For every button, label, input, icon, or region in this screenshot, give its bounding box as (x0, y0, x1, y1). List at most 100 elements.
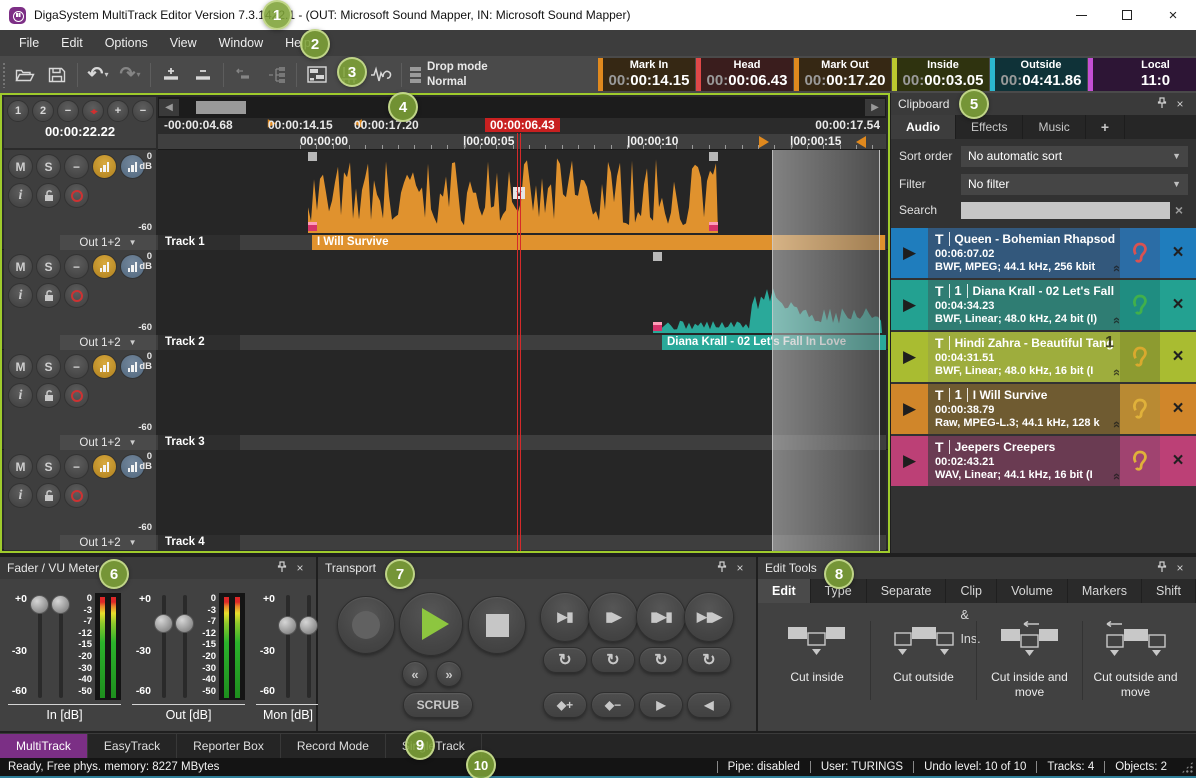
fader-knob[interactable] (278, 616, 297, 635)
zoom-in-button[interactable]: + (107, 100, 129, 122)
expand-chevron-icon[interactable]: » (1108, 473, 1120, 480)
menu-edit[interactable]: Edit (50, 30, 94, 56)
edit-tools-tab-volume[interactable]: Volume (997, 579, 1068, 603)
open-folder-button[interactable] (9, 61, 41, 89)
menu-options[interactable]: Options (94, 30, 159, 56)
resize-grip[interactable] (1181, 761, 1194, 774)
record-arm-button[interactable] (64, 483, 89, 508)
waveform-tool-button[interactable] (365, 61, 397, 89)
clipboard-item-1[interactable]: ▶TQueen - Bohemian Rhapsody_mp00:06:07.0… (891, 228, 1196, 278)
fader-slider[interactable] (51, 593, 70, 700)
record-arm-button[interactable] (64, 283, 89, 308)
clipboard-item-4[interactable]: ▶T1I Will Survive00:00:38.79Raw, MPEG-L.… (891, 384, 1196, 434)
edit-tools-tab-markers[interactable]: Markers (1068, 579, 1142, 603)
next-marker-button[interactable]: ▶ (639, 692, 683, 718)
hide-track-button[interactable]: − (64, 154, 89, 179)
close-panel-icon[interactable]: × (1171, 561, 1189, 575)
clip-corner-handle[interactable] (653, 252, 662, 261)
edit-tools-tab-separate[interactable]: Separate (867, 579, 947, 603)
track-info-button[interactable]: i (8, 183, 33, 208)
prelisten-button[interactable] (1120, 228, 1160, 278)
lock-track-button[interactable] (36, 483, 61, 508)
track-info-button[interactable]: i (8, 283, 33, 308)
fader-slider[interactable] (175, 593, 194, 700)
expand-chevron-icon[interactable]: » (1108, 265, 1120, 272)
nudge-back-button[interactable]: « (402, 661, 428, 687)
fader-knob[interactable] (30, 595, 49, 614)
lock-track-button[interactable] (36, 183, 61, 208)
play-clip-button[interactable]: ▶ (891, 332, 928, 382)
play-from-mark-button[interactable]: ▮▶ (588, 592, 638, 642)
play-clip-button[interactable]: ▶ (891, 436, 928, 486)
mute-button[interactable]: M (8, 354, 33, 379)
menu-view[interactable]: View (159, 30, 208, 56)
solo-button[interactable]: S (36, 254, 61, 279)
zoom-out-button[interactable]: − (132, 100, 154, 122)
clipboard-item-5[interactable]: ▶TJeepers Creepers00:02:43.21WAV, Linear… (891, 436, 1196, 486)
timeline-scrollbar[interactable]: ◀ ▶ (158, 97, 886, 118)
solo-button[interactable]: S (36, 354, 61, 379)
fader-knob[interactable] (299, 616, 318, 635)
loop-4-button[interactable]: ↻ (687, 647, 731, 673)
edit-tools-tab-shift[interactable]: Shift (1142, 579, 1196, 603)
search-input[interactable] (961, 202, 1170, 219)
play-clip-button[interactable]: ▶ (891, 384, 928, 434)
expand-chevron-icon[interactable]: » (1108, 421, 1120, 428)
add-clipboard-tab-button[interactable]: + (1086, 115, 1125, 139)
stop-button[interactable] (468, 596, 526, 654)
clipboard-item-3[interactable]: ▶THindi Zahra - Beautiful Tang00:04:31.5… (891, 332, 1196, 382)
output-routing-select[interactable]: Out 1+2▼ (60, 535, 156, 550)
add-marker-button[interactable]: ◆+ (543, 692, 587, 718)
mute-button[interactable]: M (8, 154, 33, 179)
mark-in-marker-icon[interactable] (759, 136, 769, 148)
input-meter-button[interactable] (92, 454, 117, 479)
fade-handle[interactable] (308, 222, 317, 231)
close-button[interactable]: × (1150, 0, 1196, 30)
expand-chevron-icon[interactable]: » (1108, 317, 1120, 324)
play-selection-button[interactable]: ▮▶▮ (636, 592, 686, 642)
align-left-button[interactable] (228, 61, 260, 89)
remove-clip-button[interactable]: × (1160, 384, 1196, 434)
scrub-button[interactable]: SCRUB (403, 692, 473, 718)
mode-tab-easytrack[interactable]: EasyTrack (88, 734, 177, 758)
mute-button[interactable]: M (8, 254, 33, 279)
prelisten-button[interactable] (1120, 332, 1160, 382)
scroll-left-button[interactable]: ◀ (159, 99, 179, 116)
pin-icon[interactable] (713, 561, 731, 576)
prelisten-button[interactable] (1120, 436, 1160, 486)
collapse-tracks-button[interactable]: − (57, 100, 79, 122)
record-button[interactable] (337, 596, 395, 654)
clear-search-icon[interactable]: × (1170, 202, 1188, 218)
play-to-mark-button[interactable]: ▶▮ (540, 592, 590, 642)
edit-tools-tab-edit[interactable]: Edit (758, 579, 811, 603)
play-over-cut-button[interactable]: ▶▮▶ (684, 592, 734, 642)
tool-cut-outside[interactable]: Cut outside (870, 621, 976, 700)
playhead-cursor[interactable] (517, 133, 521, 551)
hide-track-button[interactable]: − (64, 354, 89, 379)
mute-button[interactable]: M (8, 454, 33, 479)
close-panel-icon[interactable]: × (291, 561, 309, 575)
timeline-ruler[interactable]: 00:00:00|00:00:05|00:00:10|00:00:15 (158, 134, 886, 150)
arrange-blocks-button[interactable] (301, 61, 333, 89)
edit-tools-tab-clip-ins-[interactable]: Clip & Ins. (946, 579, 997, 603)
fader-slider[interactable] (299, 593, 318, 700)
solo-button[interactable]: S (36, 454, 61, 479)
record-arm-button[interactable] (64, 183, 89, 208)
remove-clip-button[interactable]: × (1160, 280, 1196, 330)
hide-track-button[interactable]: − (64, 254, 89, 279)
mode-tab-record mode[interactable]: Record Mode (281, 734, 386, 758)
pin-icon[interactable] (273, 561, 291, 576)
loop-3-button[interactable]: ↻ (639, 647, 683, 673)
output-routing-select[interactable]: Out 1+2▼ (60, 335, 156, 350)
save-button[interactable] (41, 61, 73, 89)
close-panel-icon[interactable]: × (731, 561, 749, 575)
clipboard-tab-effects[interactable]: Effects (956, 115, 1023, 139)
menu-window[interactable]: Window (208, 30, 274, 56)
remove-clip-button[interactable]: × (1160, 228, 1196, 278)
fader-slider[interactable] (154, 593, 173, 700)
input-meter-button[interactable] (92, 154, 117, 179)
track-info-button[interactable]: i (8, 383, 33, 408)
play-clip-button[interactable]: ▶ (891, 280, 928, 330)
tool-cut-outside-and-move[interactable]: Cut outside and move (1082, 621, 1188, 700)
fader-slider[interactable] (278, 593, 297, 700)
